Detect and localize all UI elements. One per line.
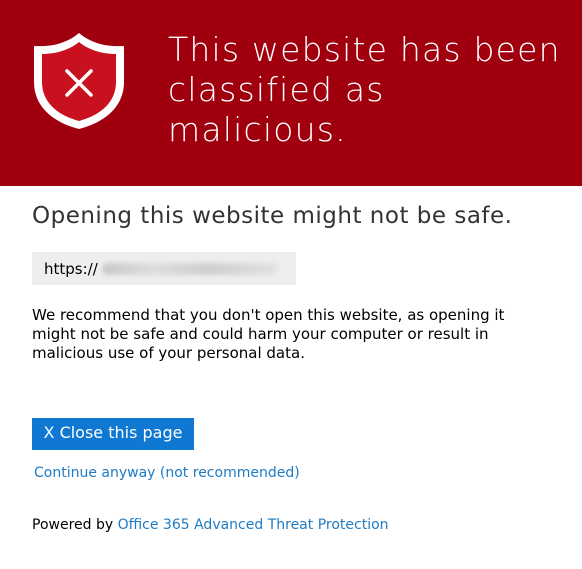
banner-title: This website has been classified as mali… <box>168 30 568 150</box>
close-page-button[interactable]: X Close this page <box>32 418 194 450</box>
shield-x-icon <box>34 33 124 129</box>
page-subtitle: Opening this website might not be safe. <box>32 203 513 229</box>
warning-banner: This website has been classified as mali… <box>0 0 582 186</box>
powered-by-footer: Powered by Office 365 Advanced Threat Pr… <box>32 517 389 533</box>
blocked-url-box: https:// <box>32 252 296 285</box>
warning-message: We recommend that you don't open this we… <box>32 306 505 362</box>
url-prefix: https:// <box>44 259 98 278</box>
url-redacted <box>101 262 278 275</box>
banner-title-line2: classified as malicious. <box>168 70 385 149</box>
continue-anyway-link[interactable]: Continue anyway (not recommended) <box>34 465 300 481</box>
powered-by-label: Powered by <box>32 517 114 533</box>
banner-title-line1: This website has been <box>168 30 561 69</box>
atp-link[interactable]: Office 365 Advanced Threat Protection <box>118 517 389 533</box>
